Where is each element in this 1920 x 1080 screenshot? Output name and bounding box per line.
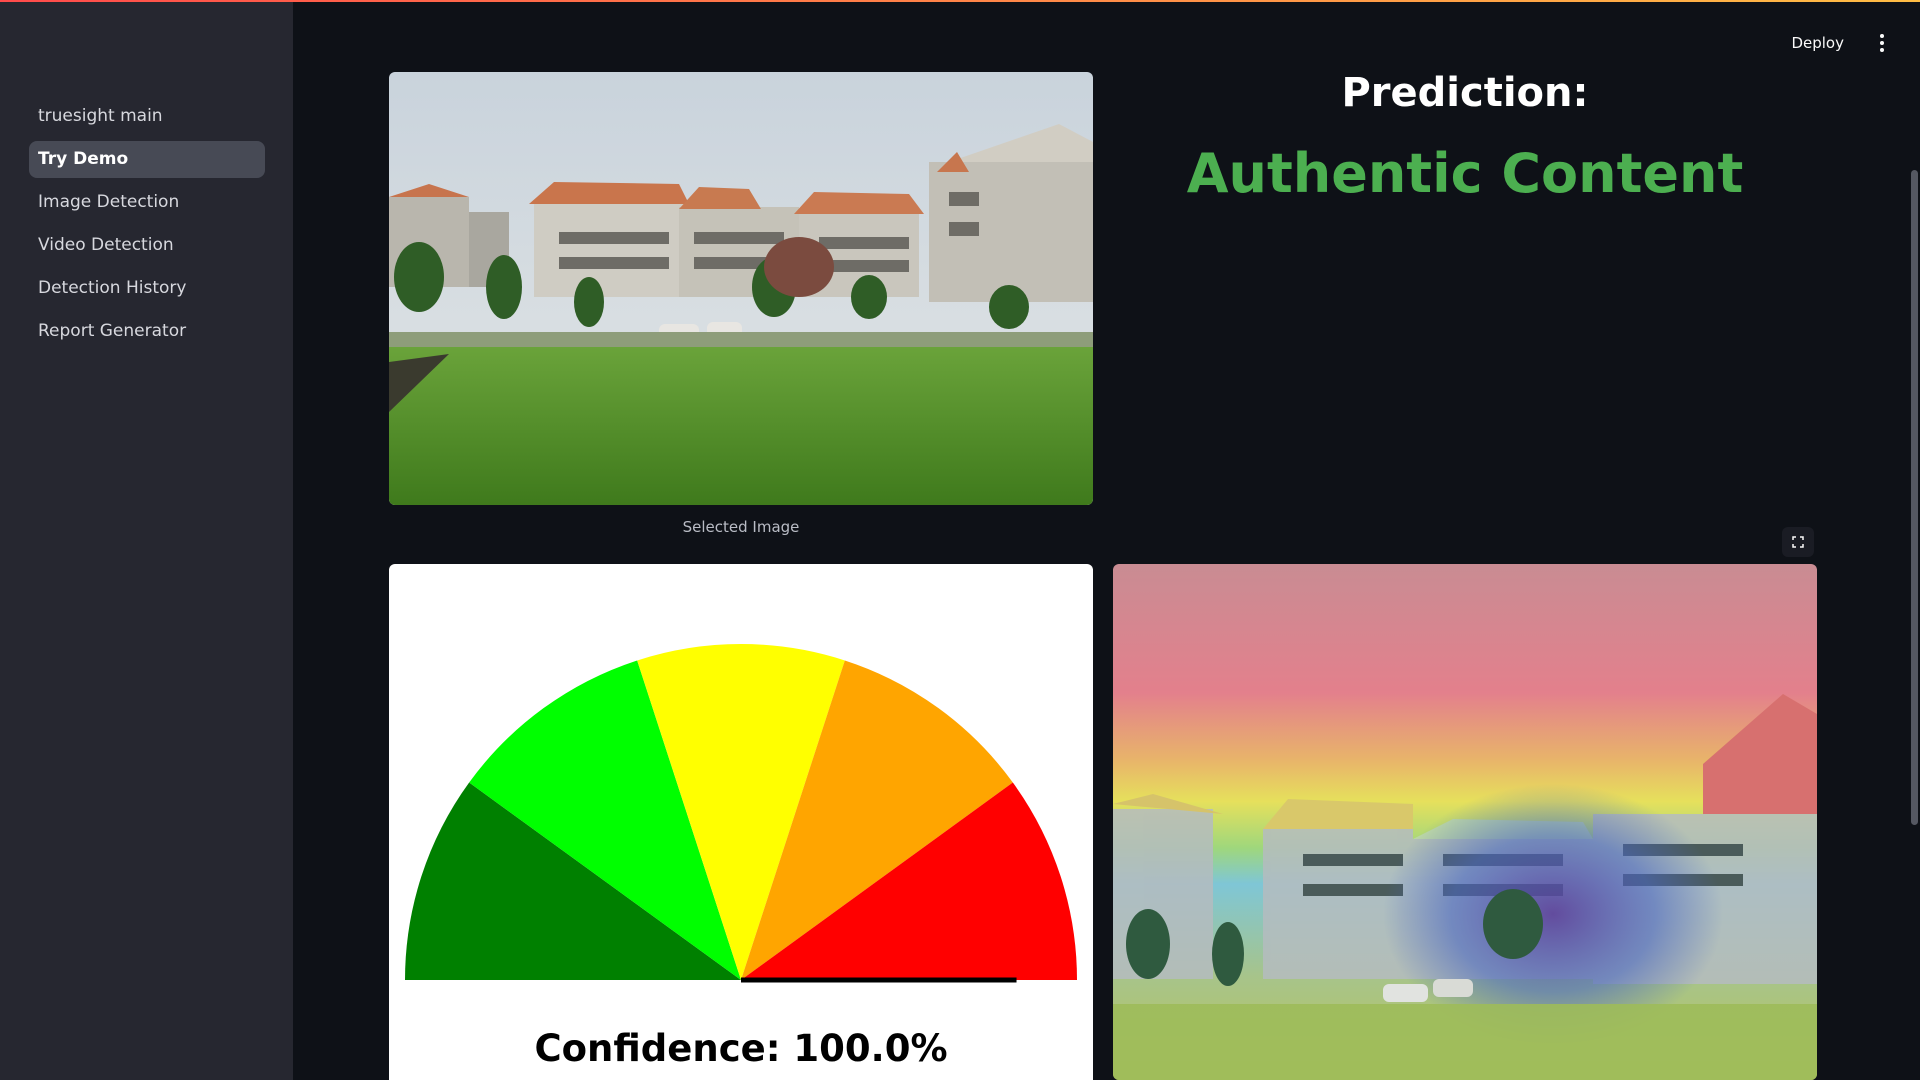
prediction-title: Prediction: [1341,70,1589,116]
gradcam-heatmap [1113,564,1817,1080]
heatmap-image [1113,564,1817,1080]
selected-image [389,72,1093,505]
sidebar-item-detection-history[interactable]: Detection History [29,270,265,307]
fullscreen-icon[interactable] [1782,527,1814,557]
confidence-gauge: Confidence: 100.0% [389,564,1093,1080]
deploy-button[interactable]: Deploy [1785,30,1850,56]
prediction-value: Authentic Content [1186,142,1744,205]
sidebar-item-video-detection[interactable]: Video Detection [29,227,265,264]
scrollbar[interactable] [1911,170,1918,825]
sidebar-item-report-generator[interactable]: Report Generator [29,313,265,350]
sidebar-item-truesight-main[interactable]: truesight main [29,98,265,135]
selected-image-caption: Selected Image [682,518,800,536]
gauge-chart [405,644,1077,983]
sidebar-item-try-demo[interactable]: Try Demo [29,141,265,178]
kebab-menu-icon[interactable] [1872,31,1892,55]
campus-photo [389,72,1093,505]
sidebar: truesight main Try Demo Image Detection … [0,2,293,1080]
sidebar-item-image-detection[interactable]: Image Detection [29,184,265,221]
sidebar-nav: truesight main Try Demo Image Detection … [29,98,265,356]
header-actions: Deploy [1785,28,1892,58]
gauge-label: Confidence: 100.0% [534,1027,948,1070]
